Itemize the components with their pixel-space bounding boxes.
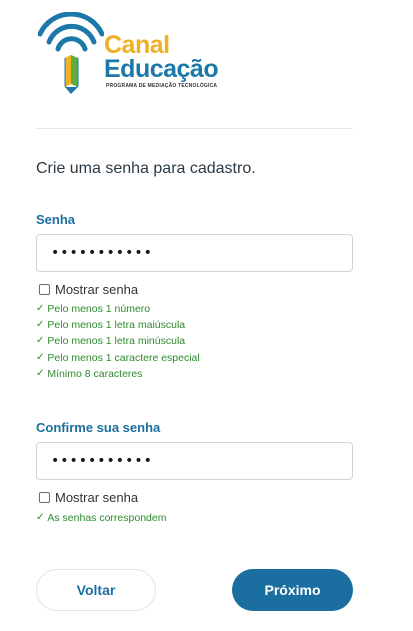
show-confirm-password-checkbox[interactable] xyxy=(39,492,50,503)
next-button[interactable]: Próximo xyxy=(232,569,353,611)
rule-text: Pelo menos 1 letra maiúscula xyxy=(47,319,186,332)
check-icon: ✓ xyxy=(36,319,45,331)
check-icon: ✓ xyxy=(36,512,45,523)
password-rules: ✓ Pelo menos 1 número ✓ Pelo menos 1 let… xyxy=(36,301,200,382)
password-label: Senha xyxy=(36,212,76,227)
password-rule: ✓ Pelo menos 1 letra minúscula xyxy=(36,333,200,349)
show-confirm-password-toggle[interactable]: Mostrar senha xyxy=(39,490,138,505)
show-confirm-password-label: Mostrar senha xyxy=(55,490,139,505)
form-intro: Crie uma senha para cadastro. xyxy=(36,160,256,177)
back-button[interactable]: Voltar xyxy=(36,569,156,611)
check-icon: ✓ xyxy=(36,367,45,379)
show-password-checkbox[interactable] xyxy=(39,284,50,295)
show-password-toggle[interactable]: Mostrar senha xyxy=(39,282,138,297)
password-rule: ✓ Mínimo 8 caracteres xyxy=(36,366,200,382)
brand-logo: Canal Educação PROGRAMA DE MEDIAÇÃO TECN… xyxy=(38,12,219,94)
password-rule: ✓ Pelo menos 1 letra maiúscula xyxy=(36,317,200,333)
confirm-password-input[interactable]: ••••••••••• xyxy=(36,442,353,480)
confirm-rule: ✓ As senhas correspondem xyxy=(36,510,166,526)
password-rule: ✓ Pelo menos 1 número xyxy=(36,301,200,317)
wifi-book-logo-icon xyxy=(38,12,104,94)
show-password-label: Mostrar senha xyxy=(55,282,139,297)
rule-text: Pelo menos 1 número xyxy=(47,303,151,315)
rule-text: Pelo menos 1 letra minúscula xyxy=(47,335,186,348)
check-icon: ✓ xyxy=(36,351,45,363)
check-icon: ✓ xyxy=(36,303,45,314)
brand-tagline: PROGRAMA DE MEDIAÇÃO TECNOLÓGICA xyxy=(106,83,218,89)
confirm-rules: ✓ As senhas correspondem xyxy=(36,510,166,526)
rule-text: Pelo menos 1 caractere especial xyxy=(47,351,200,364)
check-icon: ✓ xyxy=(36,335,45,347)
password-rule: ✓ Pelo menos 1 caractere especial xyxy=(36,350,200,366)
rule-text: As senhas correspondem xyxy=(47,512,167,524)
confirm-password-label: Confirme sua senha xyxy=(36,420,161,435)
brand-word-educacao: Educação xyxy=(104,55,219,83)
password-input[interactable]: ••••••••••• xyxy=(36,234,353,272)
header-divider xyxy=(36,128,353,129)
rule-text: Mínimo 8 caracteres xyxy=(47,367,143,380)
